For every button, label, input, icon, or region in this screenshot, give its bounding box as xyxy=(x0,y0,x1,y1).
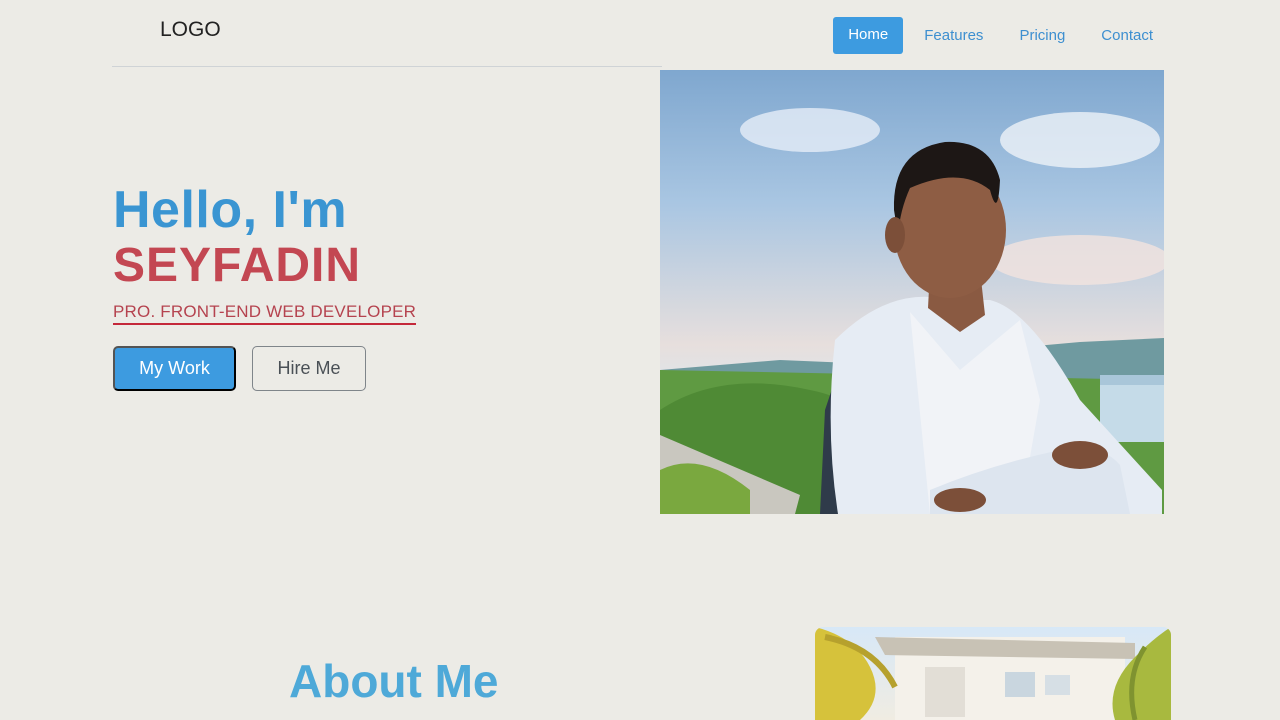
about-photo-illustration xyxy=(815,627,1171,720)
nav-pricing-link[interactable]: Pricing xyxy=(1004,17,1080,54)
hero-name: SEYFADIN xyxy=(113,239,362,292)
profile-photo-illustration xyxy=(660,108,1164,514)
nav-contact-link[interactable]: Contact xyxy=(1086,17,1168,54)
hero-greeting: Hello, I'm xyxy=(113,181,348,239)
my-work-button[interactable]: My Work xyxy=(113,346,236,391)
nav-features-link[interactable]: Features xyxy=(909,17,998,54)
hero-actions: My Work Hire Me xyxy=(113,346,366,391)
hero-tagline: PRO. FRONT-END WEB DEVELOPER xyxy=(113,302,417,325)
nav-home-link[interactable]: Home xyxy=(833,17,904,54)
top-navbar: LOGO Home Features Pricing Contact xyxy=(0,0,1280,66)
main-navigation: Home Features Pricing Contact xyxy=(833,17,1168,54)
about-photo xyxy=(815,627,1171,720)
navbar-divider xyxy=(112,66,662,67)
about-heading: About Me xyxy=(289,655,499,707)
hire-me-button[interactable]: Hire Me xyxy=(252,346,366,391)
hero-intro: Hello, I'm SEYFADIN PRO. FRONT-END WEB D… xyxy=(113,180,633,325)
profile-photo xyxy=(660,70,1164,514)
site-logo[interactable]: LOGO xyxy=(160,18,221,42)
